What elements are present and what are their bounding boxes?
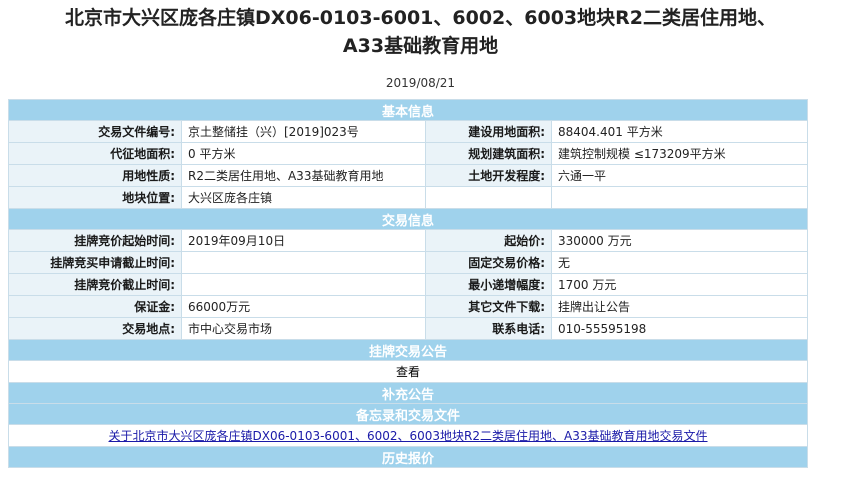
table-row: 挂牌竞价截止时间: 最小递增幅度: 1700 万元 xyxy=(8,273,809,296)
file-no-label: 交易文件编号: xyxy=(8,120,182,143)
fixed-price-label: 固定交易价格: xyxy=(425,251,552,274)
location-value: 大兴区庞各庄镇 xyxy=(181,186,426,209)
land-use-value: R2二类居住用地、A33基础教育用地 xyxy=(181,164,426,187)
empty-cell xyxy=(550,186,809,209)
section-header-notice: 挂牌交易公告 xyxy=(7,339,809,361)
acq-area-value: 0 平方米 xyxy=(181,142,426,165)
min-increment-value: 1700 万元 xyxy=(550,273,809,296)
land-use-label: 用地性质: xyxy=(8,164,182,187)
deposit-label: 保证金: xyxy=(8,295,182,318)
bid-deadline-label: 挂牌竞价截止时间: xyxy=(8,273,182,296)
build-area-label: 建设用地面积: xyxy=(425,120,552,143)
fixed-price-value: 无 xyxy=(550,251,809,274)
publish-date: 2019/08/21 xyxy=(385,76,456,90)
dev-level-label: 土地开发程度: xyxy=(425,164,552,187)
apply-deadline-value xyxy=(181,251,426,274)
table-row: 交易文件编号: 京土整储挂（兴）[2019]023号 建设用地面积: 88404… xyxy=(8,120,809,143)
empty-cell xyxy=(425,186,552,209)
section-header-history: 历史报价 xyxy=(7,446,809,468)
page-title-line1: 北京市大兴区庞各庄镇DX06-0103-6001、6002、6003地块R2二类… xyxy=(64,7,776,29)
phone-value: 010-55595198 xyxy=(550,317,809,340)
file-no-value: 京土整储挂（兴）[2019]023号 xyxy=(181,120,426,143)
table-row: 查看 xyxy=(7,360,809,383)
build-area-value: 88404.401 平方米 xyxy=(550,120,809,143)
section-header-basic: 基本信息 xyxy=(7,99,809,121)
section-header-trade: 交易信息 xyxy=(7,208,809,230)
page-title-line2: A33基础教育用地 xyxy=(342,35,499,57)
start-price-value: 330000 万元 xyxy=(550,229,809,252)
acq-area-label: 代征地面积: xyxy=(8,142,182,165)
table-row: 保证金: 66000万元 其它文件下载: 挂牌出让公告 xyxy=(8,295,809,318)
min-increment-label: 最小递增幅度: xyxy=(425,273,552,296)
plan-area-label: 规划建筑面积: xyxy=(425,142,552,165)
view-notice-link[interactable]: 查看 xyxy=(7,360,809,383)
other-docs-label: 其它文件下载: xyxy=(425,295,552,318)
start-price-label: 起始价: xyxy=(425,229,552,252)
start-time-label: 挂牌竞价起始时间: xyxy=(8,229,182,252)
memo-document-link[interactable]: 关于北京市大兴区庞各庄镇DX06-0103-6001、6002、6003地块R2… xyxy=(109,429,708,443)
section-header-memo: 备忘录和交易文件 xyxy=(7,403,809,425)
land-info-table: 基本信息 交易文件编号: 京土整储挂（兴）[2019]023号 建设用地面积: … xyxy=(7,99,809,468)
apply-deadline-label: 挂牌竞买申请截止时间: xyxy=(8,251,182,274)
memo-cell: 关于北京市大兴区庞各庄镇DX06-0103-6001、6002、6003地块R2… xyxy=(7,424,809,447)
other-docs-link[interactable]: 挂牌出让公告 xyxy=(550,295,809,318)
table-row: 交易地点: 市中心交易市场 联系电话: 010-55595198 xyxy=(8,317,809,340)
dev-level-value: 六通一平 xyxy=(550,164,809,187)
deposit-value: 66000万元 xyxy=(181,295,426,318)
venue-label: 交易地点: xyxy=(8,317,182,340)
venue-value: 市中心交易市场 xyxy=(181,317,426,340)
table-row: 挂牌竞价起始时间: 2019年09月10日 起始价: 330000 万元 xyxy=(8,229,809,252)
start-time-value: 2019年09月10日 xyxy=(181,229,426,252)
section-header-supplement: 补充公告 xyxy=(7,382,809,404)
page-title: 北京市大兴区庞各庄镇DX06-0103-6001、6002、6003地块R2二类… xyxy=(0,4,841,60)
table-row: 代征地面积: 0 平方米 规划建筑面积: 建筑控制规模 ≤173209平方米 xyxy=(8,142,809,165)
phone-label: 联系电话: xyxy=(425,317,552,340)
location-label: 地块位置: xyxy=(8,186,182,209)
table-row: 关于北京市大兴区庞各庄镇DX06-0103-6001、6002、6003地块R2… xyxy=(7,424,809,447)
table-row: 地块位置: 大兴区庞各庄镇 xyxy=(8,186,809,209)
table-row: 挂牌竞买申请截止时间: 固定交易价格: 无 xyxy=(8,251,809,274)
bid-deadline-value xyxy=(181,273,426,296)
plan-area-value: 建筑控制规模 ≤173209平方米 xyxy=(550,142,809,165)
table-row: 用地性质: R2二类居住用地、A33基础教育用地 土地开发程度: 六通一平 xyxy=(8,164,809,187)
